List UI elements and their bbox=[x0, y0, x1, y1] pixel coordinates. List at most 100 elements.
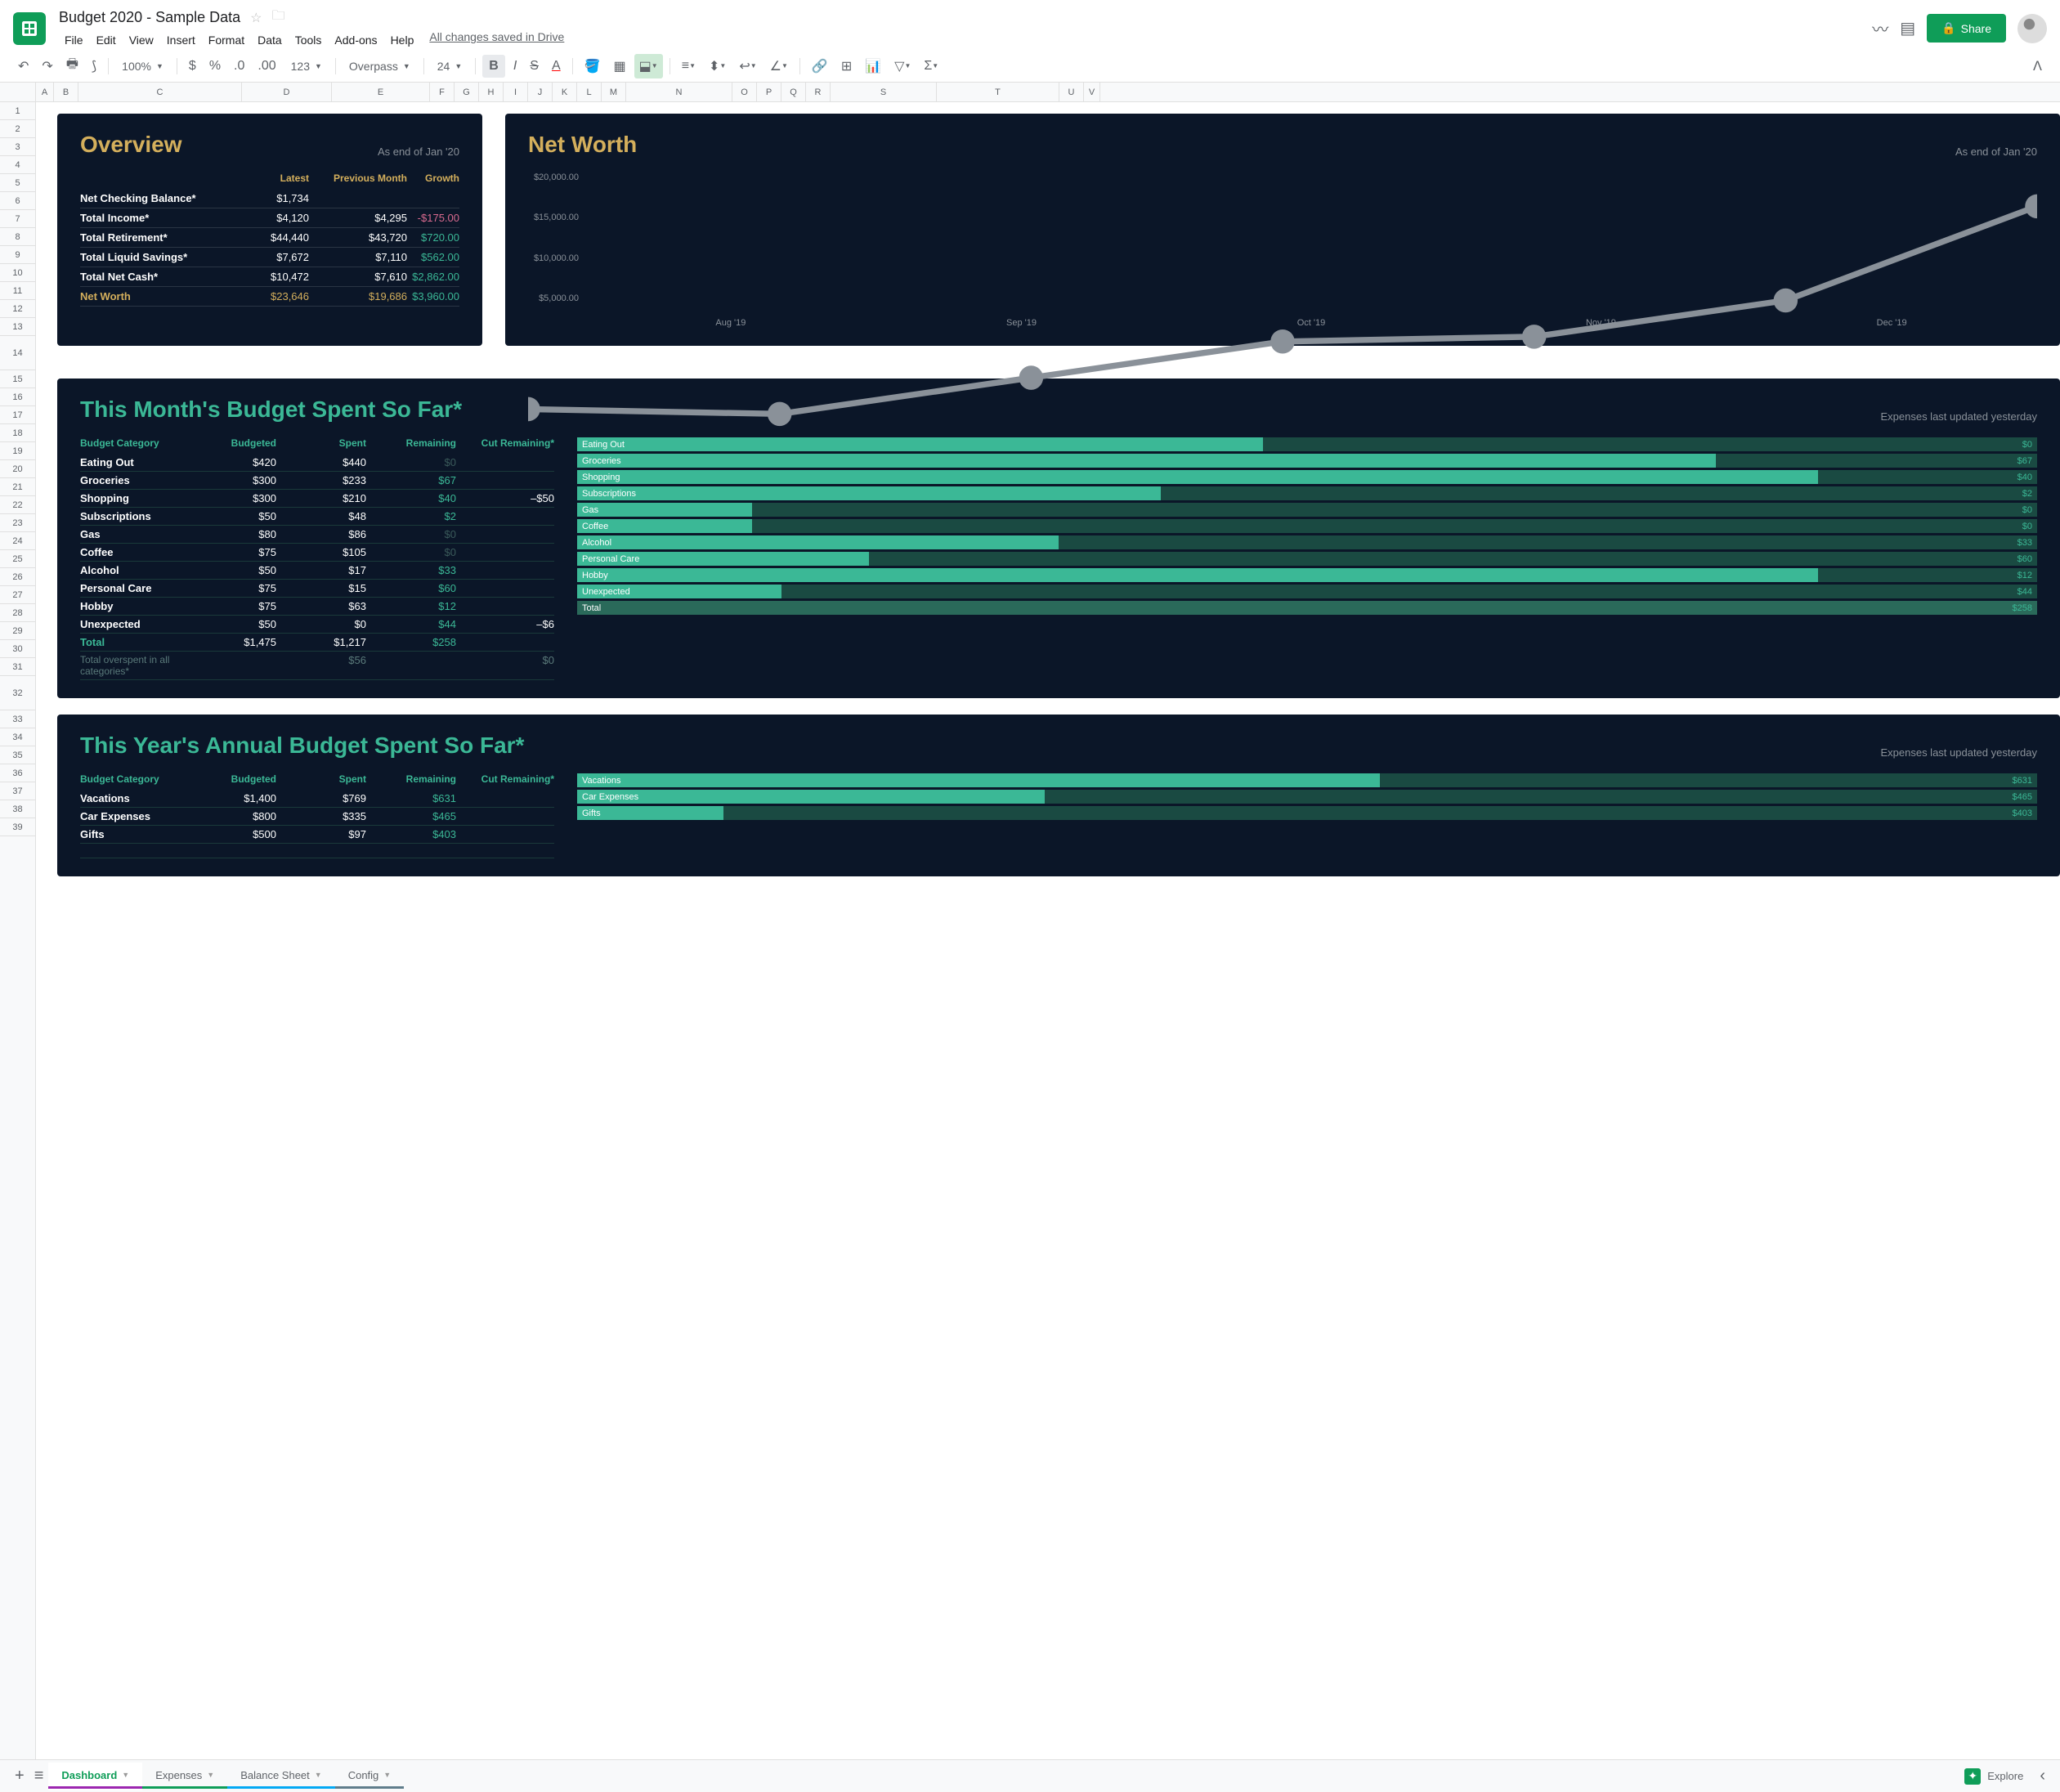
tab-menu-icon[interactable]: ▼ bbox=[122, 1771, 129, 1779]
row-header-33[interactable]: 33 bbox=[0, 710, 35, 728]
filter-icon[interactable]: ▽▼ bbox=[889, 54, 916, 78]
select-all-corner[interactable] bbox=[0, 83, 36, 101]
undo-icon[interactable]: ↶ bbox=[13, 54, 34, 78]
sheet-list-icon[interactable]: ≡ bbox=[29, 1762, 49, 1790]
row-header-12[interactable]: 12 bbox=[0, 300, 35, 318]
add-sheet-icon[interactable]: + bbox=[10, 1762, 29, 1790]
functions-icon[interactable]: Σ▼ bbox=[919, 55, 943, 78]
sheets-logo[interactable] bbox=[13, 12, 46, 45]
col-header-G[interactable]: G bbox=[455, 83, 479, 101]
col-header-N[interactable]: N bbox=[626, 83, 732, 101]
tab-menu-icon[interactable]: ▼ bbox=[383, 1771, 391, 1779]
dec-decimal-icon[interactable]: .0 bbox=[229, 55, 249, 78]
collapse-toolbar-icon[interactable]: ᐱ bbox=[2028, 54, 2047, 78]
menu-data[interactable]: Data bbox=[252, 30, 288, 50]
zoom-select[interactable]: 100%▼ bbox=[115, 56, 170, 76]
menu-insert[interactable]: Insert bbox=[161, 30, 201, 50]
comment-icon[interactable]: ▤ bbox=[1900, 18, 1915, 38]
row-header-1[interactable]: 1 bbox=[0, 102, 35, 120]
menu-edit[interactable]: Edit bbox=[91, 30, 122, 50]
row-header-35[interactable]: 35 bbox=[0, 746, 35, 764]
share-button[interactable]: 🔒 Share bbox=[1927, 14, 2006, 43]
inc-decimal-icon[interactable]: .00 bbox=[253, 55, 280, 78]
redo-icon[interactable]: ↷ bbox=[37, 54, 57, 78]
col-header-A[interactable]: A bbox=[36, 83, 54, 101]
font-select[interactable]: Overpass▼ bbox=[343, 56, 417, 76]
link-icon[interactable]: 🔗 bbox=[807, 54, 833, 78]
col-header-S[interactable]: S bbox=[831, 83, 937, 101]
row-header-8[interactable]: 8 bbox=[0, 228, 35, 246]
col-header-Q[interactable]: Q bbox=[781, 83, 806, 101]
menu-format[interactable]: Format bbox=[203, 30, 250, 50]
row-header-22[interactable]: 22 bbox=[0, 496, 35, 514]
row-header-29[interactable]: 29 bbox=[0, 622, 35, 640]
col-header-T[interactable]: T bbox=[937, 83, 1059, 101]
chart-icon[interactable]: 📊 bbox=[860, 54, 886, 78]
row-header-31[interactable]: 31 bbox=[0, 658, 35, 676]
col-header-B[interactable]: B bbox=[54, 83, 78, 101]
sheet-tab-balance-sheet[interactable]: Balance Sheet▼ bbox=[227, 1763, 335, 1790]
doc-title[interactable]: Budget 2020 - Sample Data bbox=[59, 9, 240, 26]
col-header-I[interactable]: I bbox=[504, 83, 528, 101]
strike-button[interactable]: S bbox=[525, 55, 544, 78]
row-header-3[interactable]: 3 bbox=[0, 138, 35, 156]
col-header-U[interactable]: U bbox=[1059, 83, 1084, 101]
row-header-36[interactable]: 36 bbox=[0, 764, 35, 782]
row-header-9[interactable]: 9 bbox=[0, 246, 35, 264]
italic-button[interactable]: I bbox=[508, 55, 522, 78]
row-header-14[interactable]: 14 bbox=[0, 336, 35, 370]
text-color-icon[interactable]: A bbox=[547, 55, 566, 78]
borders-icon[interactable]: ▦ bbox=[609, 54, 631, 78]
row-header-21[interactable]: 21 bbox=[0, 478, 35, 496]
row-header-37[interactable]: 37 bbox=[0, 782, 35, 800]
col-header-L[interactable]: L bbox=[577, 83, 602, 101]
row-header-2[interactable]: 2 bbox=[0, 120, 35, 138]
col-header-V[interactable]: V bbox=[1084, 83, 1100, 101]
row-header-5[interactable]: 5 bbox=[0, 174, 35, 192]
user-avatar[interactable] bbox=[2017, 14, 2047, 43]
row-header-15[interactable]: 15 bbox=[0, 370, 35, 388]
insert-comment-icon[interactable]: ⊞ bbox=[836, 54, 857, 78]
menu-file[interactable]: File bbox=[59, 30, 89, 50]
star-icon[interactable]: ☆ bbox=[250, 10, 262, 26]
row-header-13[interactable]: 13 bbox=[0, 318, 35, 336]
row-header-11[interactable]: 11 bbox=[0, 282, 35, 300]
row-header-10[interactable]: 10 bbox=[0, 264, 35, 282]
saved-status[interactable]: All changes saved in Drive bbox=[429, 30, 564, 50]
row-header-28[interactable]: 28 bbox=[0, 604, 35, 622]
col-header-P[interactable]: P bbox=[757, 83, 781, 101]
row-header-23[interactable]: 23 bbox=[0, 514, 35, 532]
valign-icon[interactable]: ⬍▼ bbox=[704, 54, 731, 78]
rotate-icon[interactable]: ∠▼ bbox=[765, 54, 793, 78]
row-header-27[interactable]: 27 bbox=[0, 586, 35, 604]
row-header-6[interactable]: 6 bbox=[0, 192, 35, 210]
folder-icon[interactable]: 🗀 bbox=[272, 7, 285, 29]
sheet-tab-config[interactable]: Config▼ bbox=[335, 1763, 405, 1790]
row-header-39[interactable]: 39 bbox=[0, 818, 35, 836]
row-header-38[interactable]: 38 bbox=[0, 800, 35, 818]
paint-format-icon[interactable]: ⟆ bbox=[87, 54, 101, 78]
activity-icon[interactable]: 〰 bbox=[1872, 16, 1888, 40]
wrap-icon[interactable]: ↩▼ bbox=[734, 54, 761, 78]
col-header-F[interactable]: F bbox=[430, 83, 455, 101]
col-header-R[interactable]: R bbox=[806, 83, 831, 101]
halign-icon[interactable]: ≡▼ bbox=[677, 55, 701, 78]
row-header-7[interactable]: 7 bbox=[0, 210, 35, 228]
col-header-K[interactable]: K bbox=[553, 83, 577, 101]
row-header-25[interactable]: 25 bbox=[0, 550, 35, 568]
menu-view[interactable]: View bbox=[123, 30, 159, 50]
fill-color-icon[interactable]: 🪣 bbox=[580, 54, 606, 78]
row-header-32[interactable]: 32 bbox=[0, 676, 35, 710]
row-header-16[interactable]: 16 bbox=[0, 388, 35, 406]
percent-icon[interactable]: % bbox=[204, 55, 226, 78]
menu-help[interactable]: Help bbox=[385, 30, 420, 50]
explore-button[interactable]: ✦ Explore bbox=[1953, 1763, 2035, 1790]
merge-icon[interactable]: ⬓▼ bbox=[634, 54, 663, 78]
row-header-19[interactable]: 19 bbox=[0, 442, 35, 460]
size-select[interactable]: 24▼ bbox=[431, 56, 469, 76]
col-header-H[interactable]: H bbox=[479, 83, 504, 101]
format-select[interactable]: 123▼ bbox=[284, 56, 329, 76]
col-header-O[interactable]: O bbox=[732, 83, 757, 101]
row-header-30[interactable]: 30 bbox=[0, 640, 35, 658]
col-header-D[interactable]: D bbox=[242, 83, 332, 101]
